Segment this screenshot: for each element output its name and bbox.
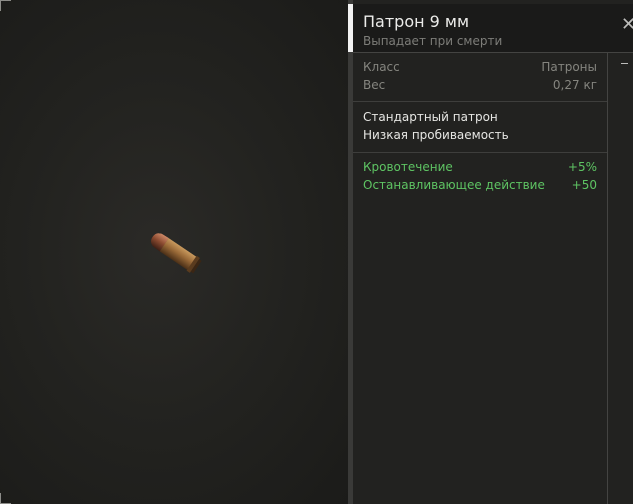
description-line: Стандартный патрон (363, 110, 597, 128)
stat-value: 0,27 кг (552, 78, 597, 92)
bonus-value: +50 (571, 178, 597, 192)
stats-list: Класс Патроны Вес 0,27 кг Стандартный па… (353, 53, 608, 504)
item-subtitle: Выпадает при смерти (363, 34, 503, 48)
stat-value: Патроны (541, 60, 597, 74)
item-header: Патрон 9 мм Выпадает при смерти ✕ (353, 4, 633, 53)
bonus-value: +5% (567, 160, 597, 174)
item-preview-viewport[interactable] (0, 0, 348, 504)
base-stats-section: Класс Патроны Вес 0,27 кг (353, 53, 607, 102)
item-title: Патрон 9 мм (363, 12, 470, 31)
stat-row-weight: Вес 0,27 кг (363, 78, 597, 96)
bonus-row-bleeding: Кровотечение +5% (363, 160, 597, 178)
stat-label: Вес (363, 78, 386, 92)
description-section: Стандартный патрон Низкая пробиваемость (353, 102, 607, 153)
bonus-label: Останавливающее действие (363, 178, 545, 192)
stat-label: Класс (363, 60, 400, 74)
scrollbar-thumb[interactable] (621, 63, 628, 64)
description-text: Стандартный патрон (363, 110, 498, 124)
description-line: Низкая пробиваемость (363, 128, 597, 146)
bullet-9mm-icon (150, 233, 202, 274)
bonus-label: Кровотечение (363, 160, 453, 174)
stat-row-class: Класс Патроны (363, 60, 597, 78)
viewport-corner-bottom-left (0, 493, 11, 504)
scrollbar[interactable] (617, 58, 629, 504)
item-info-panel: Патрон 9 мм Выпадает при смерти ✕ Класс … (353, 0, 633, 504)
bonus-row-stopping-power: Останавливающее действие +50 (363, 178, 597, 196)
close-icon[interactable]: ✕ (621, 16, 633, 34)
description-text: Низкая пробиваемость (363, 128, 509, 142)
viewport-corner-top-left (0, 0, 11, 11)
bonus-stats-section: Кровотечение +5% Останавливающее действи… (353, 153, 607, 203)
